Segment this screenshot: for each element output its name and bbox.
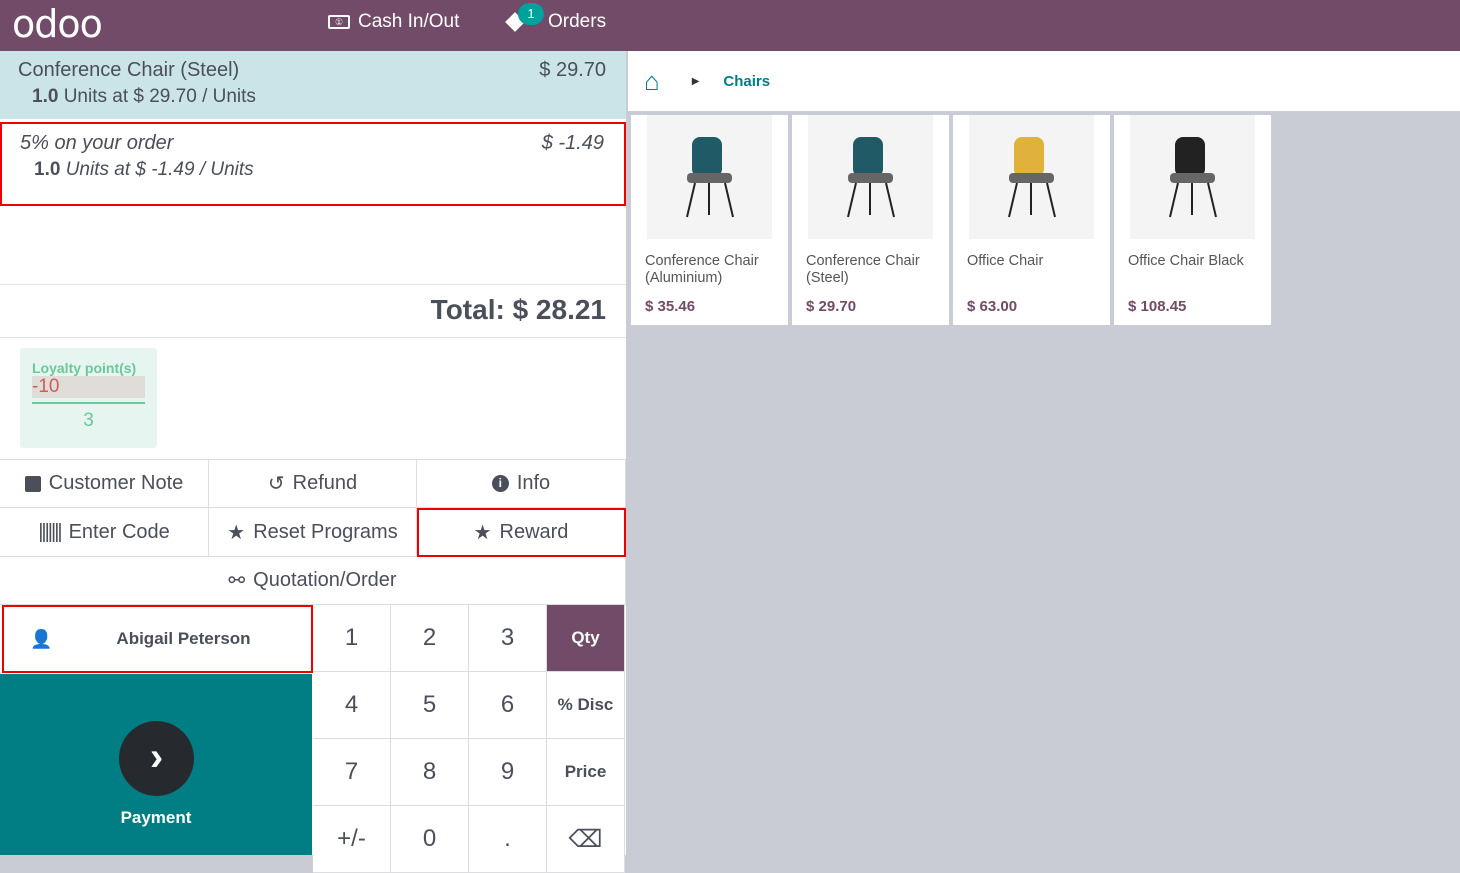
product-name: Conference Chair (Steel) [806, 253, 920, 286]
product-price: $ 29.70 [806, 298, 857, 315]
customer-button[interactable]: 👤 Abigail Peterson [2, 605, 313, 673]
breadcrumb-category[interactable]: Chairs [723, 73, 770, 90]
numpad-3[interactable]: 3 [469, 605, 547, 672]
button-label: Customer Note [48, 472, 184, 494]
star-icon: ★ [227, 521, 246, 544]
discount-line[interactable]: 5% on your order $ -1.49 1.0 Units at $ … [0, 122, 626, 206]
customer-name: Abigail Peterson [116, 629, 251, 648]
line-detail: Units at $ -1.49 / Units [65, 159, 254, 180]
chair-image [1130, 115, 1255, 239]
payment-button[interactable]: › Payment [0, 674, 312, 855]
numpad-qty[interactable]: Qty [547, 605, 625, 672]
divider [0, 337, 626, 338]
numpad-7[interactable]: 7 [313, 739, 391, 806]
user-icon: 👤 [30, 628, 53, 649]
button-label: Refund [292, 472, 358, 494]
line-price: $ -1.49 [541, 132, 604, 154]
line-detail: Units at $ 29.70 / Units [63, 86, 256, 107]
product-card[interactable]: Conference Chair (Steel) $ 29.70 [792, 115, 949, 325]
product-card[interactable]: Office Chair Black $ 108.45 [1114, 115, 1271, 325]
orders-label: Orders [548, 11, 607, 32]
product-name: Office Chair [967, 253, 1044, 269]
product-price: $ 63.00 [967, 298, 1018, 315]
button-label: Enter Code [68, 520, 170, 543]
note-icon [24, 475, 41, 492]
line-name: 5% on your order [20, 132, 174, 154]
orders-count-badge: 1 [518, 3, 544, 25]
order-total: Total: $ 28.21 [430, 294, 606, 325]
order-panel: Conference Chair (Steel) $ 29.70 1.0 Uni… [0, 51, 626, 873]
numpad-1[interactable]: 1 [313, 605, 391, 672]
money-icon: ① [328, 15, 350, 29]
button-label: Quotation/Order [253, 569, 397, 591]
customer-note-button[interactable]: Customer Note [0, 459, 209, 508]
numpad-price[interactable]: Price [547, 739, 625, 806]
numpad-6[interactable]: 6 [469, 672, 547, 739]
info-icon: i [491, 475, 509, 492]
numpad-dot[interactable]: . [469, 806, 547, 873]
caret-right-icon: ▶ [691, 75, 700, 87]
barcode-icon: ||||||| [38, 520, 62, 543]
quotation-order-button[interactable]: ⚯ Quotation/Order [0, 557, 626, 605]
product-panel: ⌂ ▶ Chairs Conference Chair (Aluminium) … [628, 51, 1460, 855]
reward-button[interactable]: ★ Reward [417, 508, 626, 557]
info-button[interactable]: i Info [417, 459, 626, 508]
undo-icon: ↺ [267, 473, 285, 495]
link-icon: ⚯ [228, 570, 246, 592]
chair-image [808, 115, 933, 239]
backspace-icon[interactable]: ⌫ [547, 806, 625, 873]
loyalty-remaining: 3 [83, 410, 94, 431]
numpad-9[interactable]: 9 [469, 739, 547, 806]
numpad-4[interactable]: 4 [313, 672, 391, 739]
button-label: Reward [499, 520, 569, 543]
loyalty-points-box: Loyalty point(s) -10 3 [20, 348, 157, 448]
odoo-logo: odoo [12, 2, 103, 46]
line-qty: 1.0 [34, 159, 61, 180]
product-card[interactable]: Conference Chair (Aluminium) $ 35.46 [631, 115, 788, 325]
button-label: Reset Programs [253, 520, 398, 543]
loyalty-divider [32, 402, 145, 404]
line-name: Conference Chair (Steel) [18, 59, 240, 81]
enter-code-button[interactable]: ||||||| Enter Code [0, 508, 209, 557]
numpad-2[interactable]: 2 [391, 605, 469, 672]
numpad-8[interactable]: 8 [391, 739, 469, 806]
reset-programs-button[interactable]: ★ Reset Programs [209, 508, 417, 557]
loyalty-spent: -10 [32, 376, 145, 398]
numpad-0[interactable]: 0 [391, 806, 469, 873]
chair-image [647, 115, 772, 239]
loyalty-label: Loyalty point(s) [32, 360, 137, 376]
product-price: $ 108.45 [1128, 298, 1187, 315]
numpad-5[interactable]: 5 [391, 672, 469, 739]
numpad-plus-minus[interactable]: +/- [313, 806, 391, 873]
product-price: $ 35.46 [645, 298, 696, 315]
line-price: $ 29.70 [539, 59, 606, 81]
star-icon: ★ [473, 521, 492, 544]
cash-in-out-label: Cash In/Out [358, 11, 460, 32]
cash-in-out-button[interactable]: ① Cash In/Out [328, 11, 459, 33]
product-name: Conference Chair (Aluminium) [645, 253, 759, 286]
divider [0, 284, 626, 285]
chevron-right-icon: › [119, 721, 194, 796]
top-bar: odoo ① Cash In/Out Orders 1 [0, 0, 1460, 51]
home-icon[interactable]: ⌂ [644, 66, 660, 97]
order-line[interactable]: Conference Chair (Steel) $ 29.70 1.0 Uni… [0, 51, 626, 119]
line-qty: 1.0 [32, 86, 59, 107]
breadcrumb: ⌂ ▶ Chairs [628, 51, 1460, 111]
product-name: Office Chair Black [1128, 253, 1244, 269]
refund-button[interactable]: ↺ Refund [209, 459, 417, 508]
numpad-disc[interactable]: % Disc [547, 672, 625, 739]
product-card[interactable]: Office Chair $ 63.00 [953, 115, 1110, 325]
button-label: Info [516, 472, 551, 494]
payment-label: Payment [120, 808, 192, 827]
chair-image [969, 115, 1094, 239]
